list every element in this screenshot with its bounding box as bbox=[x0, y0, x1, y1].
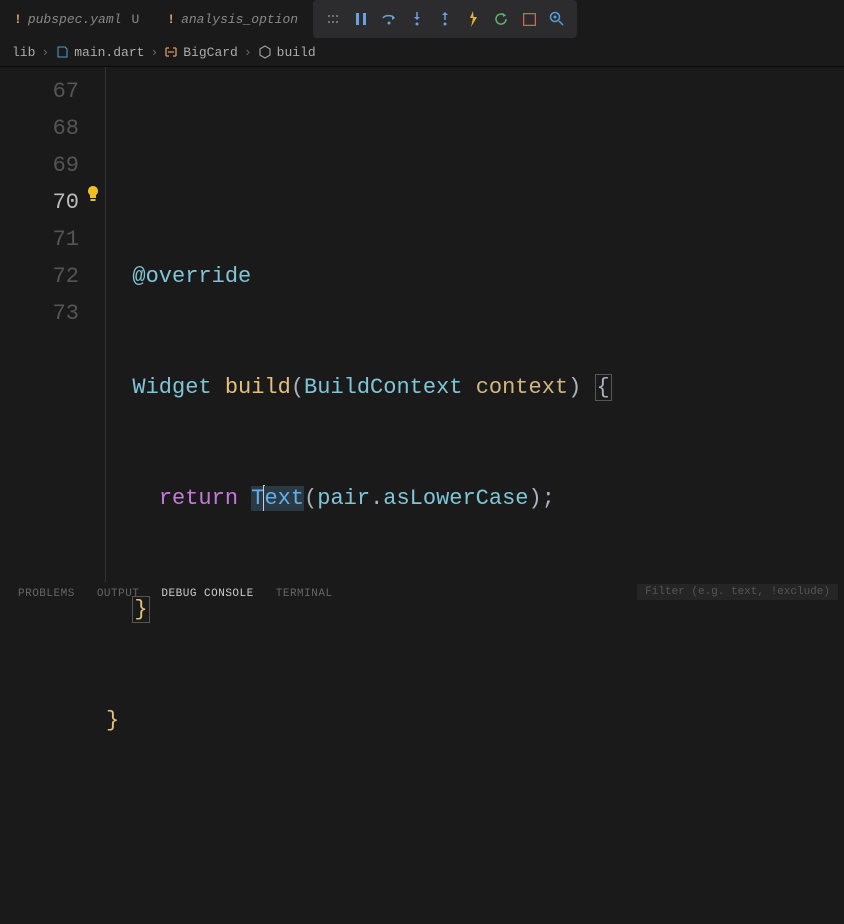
hot-reload-icon[interactable] bbox=[465, 11, 481, 27]
restart-icon[interactable] bbox=[493, 11, 509, 27]
line-number: 68 bbox=[0, 110, 79, 147]
code-line-70: return Text(pair.asLowerCase); bbox=[106, 480, 844, 517]
debug-toolbar bbox=[313, 0, 577, 38]
tab-analysis-options[interactable]: ! analysis_option bbox=[153, 0, 312, 38]
step-into-icon[interactable] bbox=[409, 11, 425, 27]
step-over-icon[interactable] bbox=[381, 11, 397, 27]
code-line-73 bbox=[106, 813, 844, 850]
panel-tab-output[interactable]: OUTPUT bbox=[97, 588, 140, 600]
tab-label: analysis_option bbox=[181, 12, 298, 27]
editor[interactable]: 67 68 69 70 71 72 73 @override Widget bu… bbox=[0, 66, 844, 582]
line-number: 67 bbox=[0, 73, 79, 110]
panel-filter-input[interactable]: Filter (e.g. text, !exclude) bbox=[637, 584, 838, 600]
breadcrumb: lib › main.dart › BigCard › build bbox=[0, 38, 844, 66]
tab-modified-indicator: U bbox=[131, 12, 139, 27]
dart-file-icon bbox=[55, 45, 69, 59]
inspect-icon[interactable] bbox=[549, 11, 565, 27]
grip-icon[interactable] bbox=[325, 11, 341, 27]
breadcrumb-build[interactable]: build bbox=[258, 45, 316, 60]
code-line-69: Widget build(BuildContext context) { bbox=[106, 369, 844, 406]
editor-tabs: ! pubspec.yaml U ! analysis_option bbox=[0, 0, 844, 38]
chevron-right-icon: › bbox=[41, 45, 49, 60]
pause-icon[interactable] bbox=[353, 11, 369, 27]
lightbulb-icon[interactable] bbox=[86, 182, 100, 219]
yaml-icon: ! bbox=[14, 12, 22, 27]
breadcrumb-lib[interactable]: lib bbox=[12, 45, 35, 60]
code-line-67 bbox=[106, 147, 844, 184]
class-icon bbox=[164, 45, 178, 59]
code-line-72: } bbox=[106, 702, 844, 739]
chevron-right-icon: › bbox=[150, 45, 158, 60]
step-out-icon[interactable] bbox=[437, 11, 453, 27]
panel-tab-debug-console[interactable]: DEBUG CONSOLE bbox=[161, 588, 253, 600]
line-gutter: 67 68 69 70 71 72 73 bbox=[0, 67, 105, 582]
tab-pubspec[interactable]: ! pubspec.yaml U bbox=[0, 0, 153, 38]
stop-icon[interactable] bbox=[521, 11, 537, 27]
breadcrumb-main-dart[interactable]: main.dart bbox=[55, 45, 144, 60]
line-number: 70 bbox=[0, 184, 79, 221]
code-content[interactable]: @override Widget build(BuildContext cont… bbox=[105, 67, 844, 582]
breadcrumb-label: build bbox=[277, 45, 316, 60]
panel-tabs: PROBLEMS OUTPUT DEBUG CONSOLE TERMINAL F… bbox=[0, 582, 844, 600]
line-number: 69 bbox=[0, 147, 79, 184]
panel-tab-terminal[interactable]: TERMINAL bbox=[276, 588, 333, 600]
breadcrumb-label: BigCard bbox=[183, 45, 238, 60]
chevron-right-icon: › bbox=[244, 45, 252, 60]
breadcrumb-label: lib bbox=[12, 45, 35, 60]
line-number: 73 bbox=[0, 295, 79, 332]
line-number: 72 bbox=[0, 258, 79, 295]
breadcrumb-label: main.dart bbox=[74, 45, 144, 60]
yaml-icon: ! bbox=[167, 12, 175, 27]
breadcrumb-bigcard[interactable]: BigCard bbox=[164, 45, 238, 60]
tab-label: pubspec.yaml bbox=[28, 12, 122, 27]
code-line-68: @override bbox=[106, 258, 844, 295]
line-number: 71 bbox=[0, 221, 79, 258]
method-icon bbox=[258, 45, 272, 59]
panel-tab-problems[interactable]: PROBLEMS bbox=[18, 588, 75, 600]
